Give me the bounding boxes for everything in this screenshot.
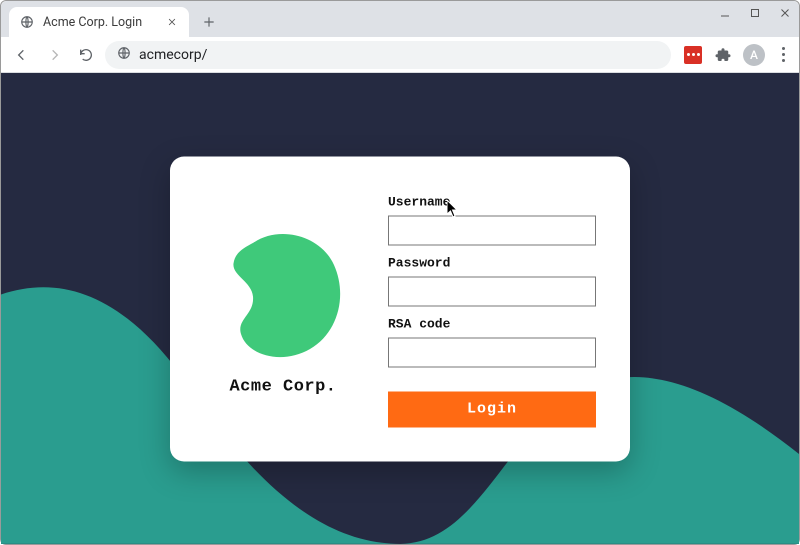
window-close-icon[interactable] — [777, 5, 793, 21]
window-controls — [717, 5, 793, 21]
extensions-puzzle-icon[interactable] — [713, 45, 733, 65]
tab-strip: Acme Corp. Login — [1, 1, 799, 37]
profile-avatar[interactable]: A — [743, 44, 765, 66]
page-viewport: Acme Corp. Username Password RSA code Lo… — [1, 73, 799, 544]
browser-window: Acme Corp. Login acmecorp/ — [0, 0, 800, 545]
maximize-icon[interactable] — [747, 5, 763, 21]
new-tab-button[interactable] — [195, 8, 223, 36]
minimize-icon[interactable] — [717, 5, 733, 21]
toolbar: acmecorp/ A — [1, 37, 799, 73]
toolbar-right: A — [677, 44, 791, 66]
red-extension-icon — [684, 46, 702, 64]
tab-active[interactable]: Acme Corp. Login — [9, 7, 189, 37]
avatar-initial: A — [750, 48, 758, 62]
login-button[interactable]: Login — [388, 391, 596, 427]
brand-block: Acme Corp. — [198, 190, 368, 427]
globe-icon — [19, 14, 35, 30]
forward-button[interactable] — [41, 42, 67, 68]
address-bar[interactable]: acmecorp/ — [105, 41, 671, 69]
password-input[interactable] — [388, 276, 596, 306]
extension-icon[interactable] — [683, 45, 703, 65]
back-button[interactable] — [9, 42, 35, 68]
username-input[interactable] — [388, 215, 596, 245]
url-text: acmecorp/ — [139, 47, 207, 63]
globe-icon — [117, 46, 131, 64]
rsa-label: RSA code — [388, 316, 596, 331]
brand-blob-icon — [208, 221, 358, 371]
password-label: Password — [388, 255, 596, 270]
brand-name: Acme Corp. — [229, 377, 336, 396]
login-form: Username Password RSA code Login — [388, 190, 596, 427]
username-label: Username — [388, 194, 596, 209]
close-icon[interactable] — [165, 15, 179, 29]
login-card: Acme Corp. Username Password RSA code Lo… — [170, 156, 630, 461]
reload-button[interactable] — [73, 42, 99, 68]
menu-kebab-icon[interactable] — [775, 47, 791, 62]
tab-title: Acme Corp. Login — [43, 15, 157, 30]
rsa-input[interactable] — [388, 337, 596, 367]
